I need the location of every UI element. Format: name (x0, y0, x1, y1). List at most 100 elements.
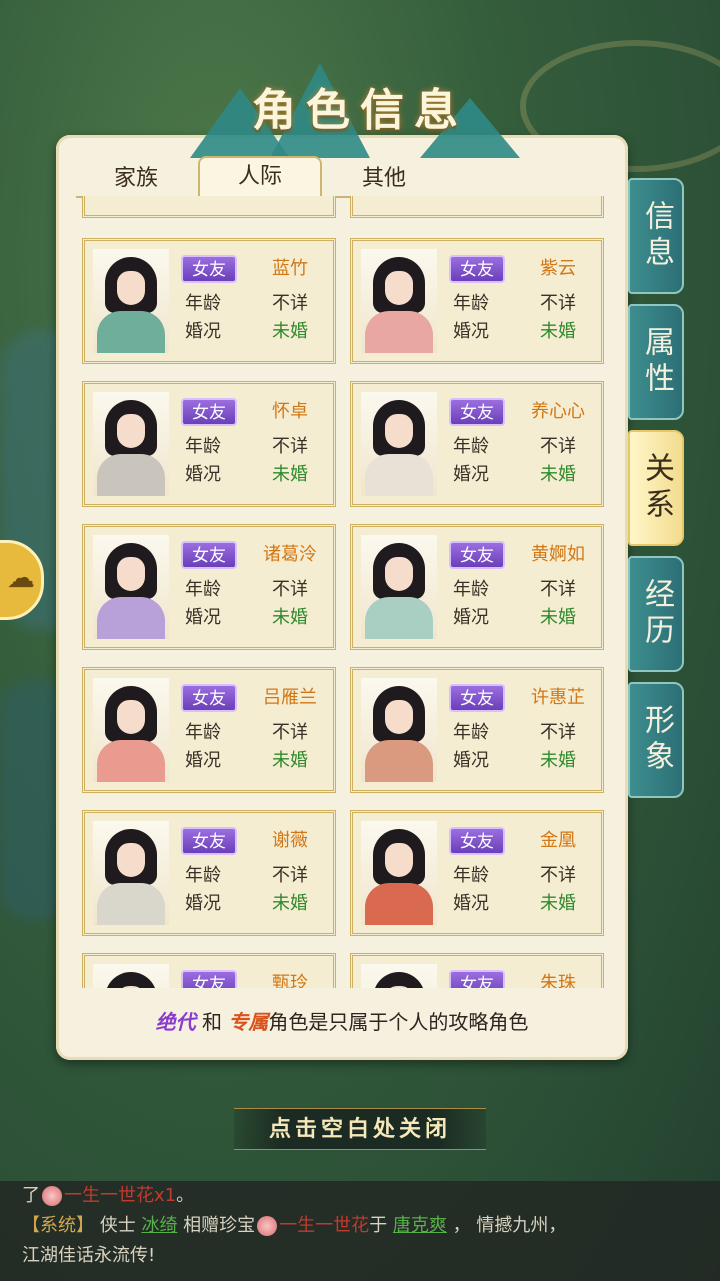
character-card[interactable]: 女友 蓝竹年龄 不详婚况 未婚 (82, 238, 336, 364)
marital-label: 婚况 (453, 750, 489, 771)
chat-line: 了 一生一世花x1。 (0, 1181, 720, 1211)
marital-label: 婚况 (453, 464, 489, 485)
side-tab-info[interactable]: 信息 (628, 178, 684, 294)
age-label: 年龄 (185, 865, 221, 886)
portrait-face (385, 414, 413, 448)
portrait-outfit (365, 883, 433, 925)
marital-label: 婚况 (453, 893, 489, 914)
marital-value: 未婚 (540, 321, 576, 342)
note-text: 和 (195, 1010, 229, 1034)
character-card[interactable]: 女友 黄婀如 年龄 不详 婚况 未婚 (350, 524, 604, 650)
close-hint-button[interactable]: 点击空白处关闭 (234, 1108, 486, 1150)
marital-value: 未婚 (540, 607, 576, 628)
side-tab-experience[interactable]: 经历 (628, 556, 684, 672)
panel-title: 角色信息 (252, 85, 468, 136)
flower-item-icon (42, 1186, 62, 1206)
character-name: 蓝竹 (272, 258, 308, 279)
character-list[interactable]: 女友 蓝竹 年龄 不详 婚况 未婚 女友 紫云 年龄 不详 婚况 未婚 女友 怀卓 年龄 不详 婚况 未婚 女友 养心… (66, 196, 618, 988)
character-card[interactable]: 女友朱珠年龄婚况 (350, 953, 604, 988)
portrait-face (117, 557, 145, 591)
character-portrait (93, 249, 169, 353)
marital-label: 婚况 (453, 607, 489, 628)
portrait-outfit (97, 740, 165, 782)
relation-badge: 女友 (181, 970, 237, 988)
tab-relations[interactable]: 人际 (198, 156, 322, 198)
character-card[interactable]: 女友 诸葛泠 年龄 不详 婚况 未婚 (82, 524, 336, 650)
chat-text: 侠士 (94, 1215, 142, 1236)
age-label: 年龄 (453, 293, 489, 314)
relation-badge: 女友 (449, 684, 505, 712)
character-card-partial (82, 196, 336, 218)
relation-badge: 女友 (181, 541, 237, 569)
character-card[interactable]: 女友甄玲年龄婚况 (82, 953, 336, 988)
age-label: 年龄 (185, 579, 221, 600)
age-value: 不详 (540, 436, 576, 457)
relation-badge: 女友 (181, 827, 237, 855)
character-card[interactable]: 女友 紫云 年龄 不详 婚况 未婚 (350, 238, 604, 364)
relation-badge: 女友 (181, 255, 237, 283)
footer-note: 绝代 和 专属角色是只属于个人的攻略角色 (56, 1006, 628, 1035)
tab-family[interactable]: 家族 (76, 160, 196, 196)
age-value: 不详 (540, 293, 576, 314)
portrait-face (117, 700, 145, 734)
chat-text: 相赠珍宝 (177, 1215, 256, 1236)
age-label: 年龄 (453, 722, 489, 743)
character-card[interactable]: 女友 谢薇 年龄 不详 婚况 未婚 (82, 810, 336, 936)
portrait-outfit (365, 740, 433, 782)
character-name: 谢薇 (272, 830, 308, 851)
character-card[interactable]: 女友 怀卓 年龄 不详 婚况 未婚 (82, 381, 336, 507)
character-name: 紫云 (540, 258, 576, 279)
portrait-face (385, 271, 413, 305)
relation-badge: 女友 (181, 684, 237, 712)
age-value: 不详 (540, 722, 576, 743)
age-label: 年龄 (453, 865, 489, 886)
character-name: 诸葛泠 (263, 544, 317, 565)
character-card[interactable]: 女友 金凰 年龄 不详 婚况 未婚 (350, 810, 604, 936)
marital-value: 未婚 (272, 321, 308, 342)
marital-value: 未婚 (272, 893, 308, 914)
character-card[interactable]: 女友 养心心 年龄 不详 婚况 未婚 (350, 381, 604, 507)
portrait-face (385, 700, 413, 734)
character-name: 许惠芷 (531, 687, 585, 708)
chat-text: 于 (369, 1215, 393, 1236)
portrait-outfit (365, 311, 433, 353)
player-link[interactable]: 唐克爽 (393, 1215, 447, 1236)
age-label: 年龄 (453, 436, 489, 457)
age-label: 年龄 (185, 293, 221, 314)
character-name: 金凰 (540, 830, 576, 851)
portrait-face (385, 843, 413, 877)
marital-label: 婚况 (185, 607, 221, 628)
chat-text: ， 情撼九州， (446, 1215, 567, 1236)
side-tab-relations[interactable]: 关系 (628, 430, 684, 546)
player-link[interactable]: 冰绮 (141, 1215, 177, 1236)
side-tab-attributes[interactable]: 属性 (628, 304, 684, 420)
flower-item-icon (257, 1216, 278, 1236)
keyword-exclusive: 专属 (228, 1010, 269, 1034)
portrait-outfit (97, 311, 165, 353)
tab-other[interactable]: 其他 (324, 160, 444, 196)
character-portrait (93, 821, 169, 925)
marital-label: 婚况 (453, 321, 489, 342)
marital-label: 婚况 (185, 321, 221, 342)
chat-log: 了 一生一世花x1。 【系统】 侠士 冰绮 相赠珍宝 一生一世花于 唐克爽 ， 情撼… (0, 1181, 720, 1281)
age-value: 不详 (272, 722, 308, 743)
age-value: 不详 (540, 865, 576, 886)
top-tab-bar: 家族 人际 其他 (76, 156, 446, 198)
side-tab-appearance[interactable]: 形象 (628, 682, 684, 798)
marital-value: 未婚 (540, 750, 576, 771)
character-card[interactable]: 女友 吕雁兰 年龄 不详 婚况 未婚 (82, 667, 336, 793)
character-name: 朱珠 (540, 973, 576, 988)
title-banner: 角色信息 (150, 48, 570, 158)
portrait-face (117, 271, 145, 305)
portrait-outfit (97, 883, 165, 925)
item-name: 一生一世花x1 (64, 1185, 177, 1206)
portrait-outfit (97, 597, 165, 639)
age-value: 不详 (272, 293, 308, 314)
portrait-face (385, 557, 413, 591)
keyword-peerless: 绝代 (155, 1010, 196, 1034)
marital-value: 未婚 (272, 750, 308, 771)
marital-label: 婚况 (185, 750, 221, 771)
character-name: 黄婀如 (531, 544, 585, 565)
age-label: 年龄 (185, 722, 221, 743)
character-card[interactable]: 女友 许惠芷年龄 不详婚况 未婚 (350, 667, 604, 793)
